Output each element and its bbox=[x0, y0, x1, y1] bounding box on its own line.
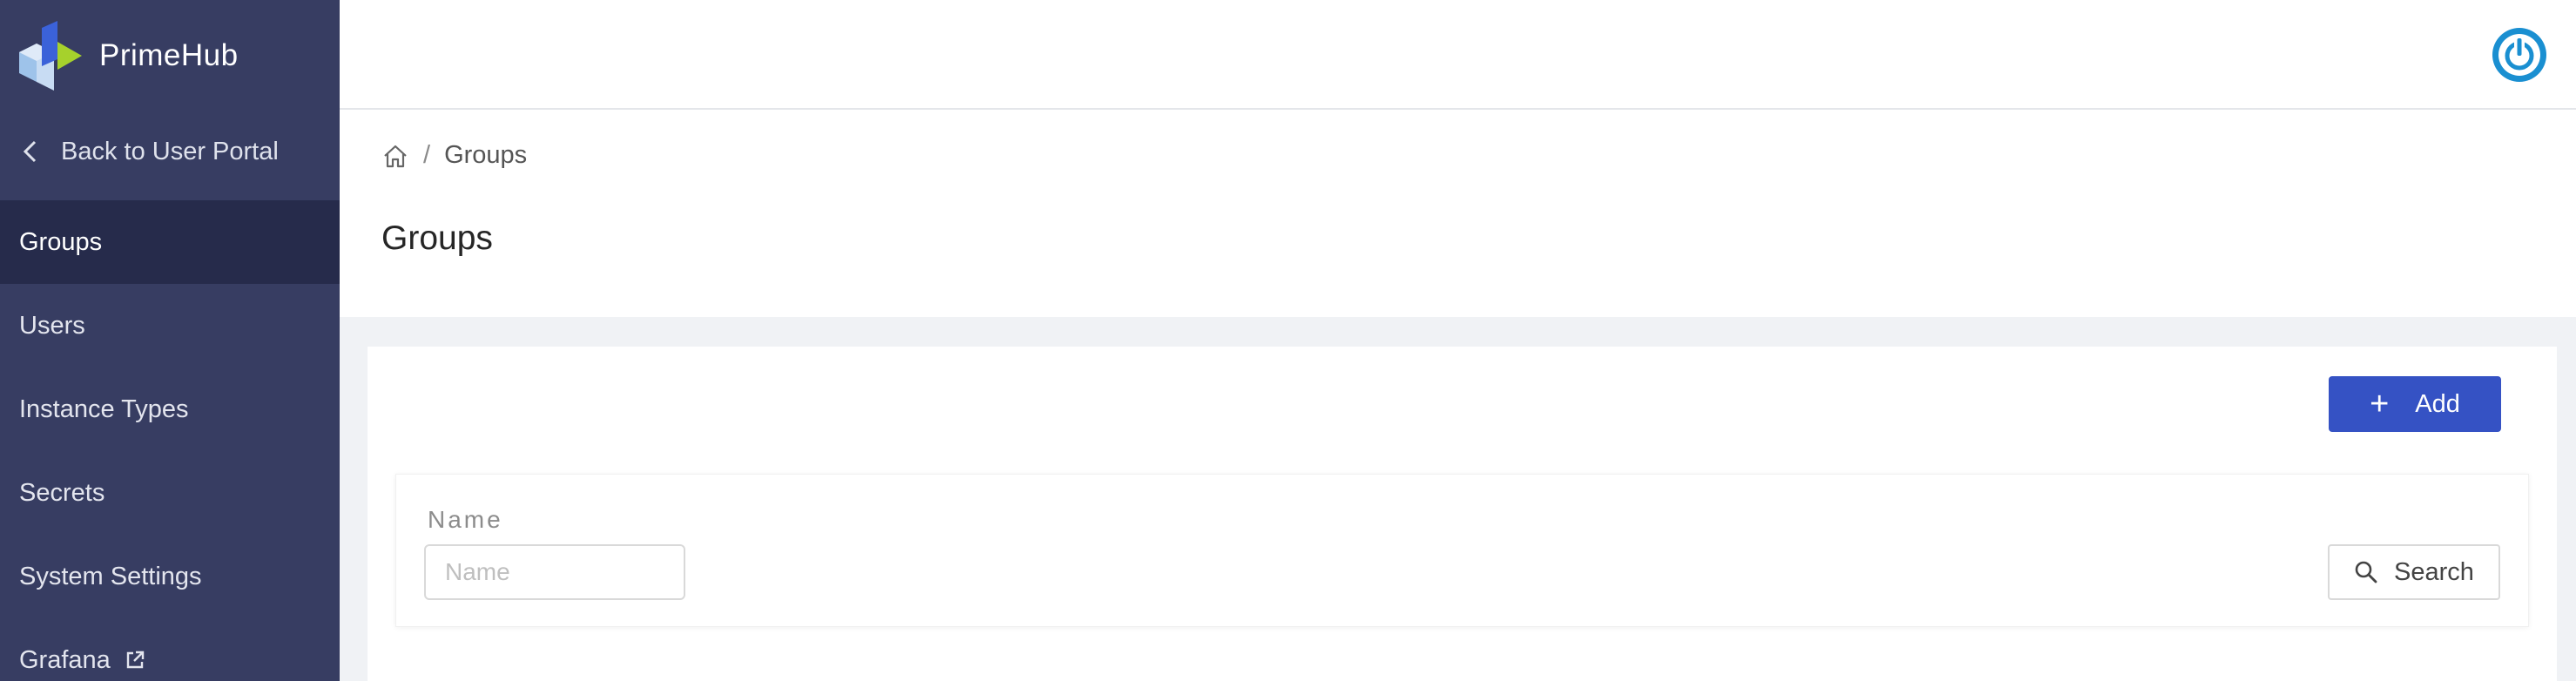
sidebar-item-label: System Settings bbox=[19, 562, 202, 590]
sidebar-item-groups[interactable]: Groups bbox=[0, 200, 340, 284]
search-icon bbox=[2355, 561, 2377, 583]
sidebar-item-label: Instance Types bbox=[19, 394, 189, 423]
sidebar-item-label: Users bbox=[19, 311, 85, 340]
app-root: PrimeHub Back to User Portal Groups User… bbox=[0, 0, 2576, 681]
sidebar-item-users[interactable]: Users bbox=[0, 284, 340, 367]
add-button-label: Add bbox=[2415, 389, 2460, 418]
back-to-user-portal-link[interactable]: Back to User Portal bbox=[0, 122, 340, 181]
page-title: Groups bbox=[381, 219, 493, 257]
filter-panel: Name Search bbox=[395, 474, 2529, 627]
name-filter-label: Name bbox=[428, 506, 503, 533]
search-button-label: Search bbox=[2394, 557, 2474, 586]
home-icon[interactable] bbox=[381, 142, 409, 170]
plus-icon: + bbox=[2370, 386, 2390, 422]
sidebar-nav: Groups Users Instance Types Secrets Syst… bbox=[0, 200, 340, 681]
top-bar bbox=[340, 0, 2576, 110]
brand-logo[interactable]: PrimeHub bbox=[16, 21, 239, 91]
back-link-label: Back to User Portal bbox=[61, 137, 279, 165]
brand-name: PrimeHub bbox=[99, 38, 239, 72]
sidebar-item-instance-types[interactable]: Instance Types bbox=[0, 367, 340, 451]
power-icon[interactable] bbox=[2491, 26, 2548, 84]
chevron-left-icon bbox=[23, 140, 37, 163]
groups-card: + Add Name Search bbox=[368, 347, 2557, 681]
sidebar: PrimeHub Back to User Portal Groups User… bbox=[0, 0, 340, 681]
sidebar-item-label: Secrets bbox=[19, 478, 105, 507]
sidebar-item-label: Grafana bbox=[19, 645, 111, 674]
search-button[interactable]: Search bbox=[2328, 544, 2500, 600]
name-filter-input[interactable] bbox=[424, 544, 685, 600]
external-link-icon bbox=[126, 651, 144, 669]
sidebar-item-label: Groups bbox=[19, 227, 103, 256]
add-group-button[interactable]: + Add bbox=[2329, 376, 2501, 432]
primehub-logo-icon bbox=[19, 21, 82, 91]
breadcrumb: / Groups bbox=[381, 141, 527, 170]
breadcrumb-current: Groups bbox=[444, 141, 528, 169]
breadcrumb-separator: / bbox=[423, 141, 431, 169]
sidebar-item-system-settings[interactable]: System Settings bbox=[0, 535, 340, 618]
page-header: / Groups Groups bbox=[340, 110, 2576, 317]
sidebar-item-secrets[interactable]: Secrets bbox=[0, 451, 340, 535]
sidebar-item-grafana[interactable]: Grafana bbox=[0, 618, 340, 681]
